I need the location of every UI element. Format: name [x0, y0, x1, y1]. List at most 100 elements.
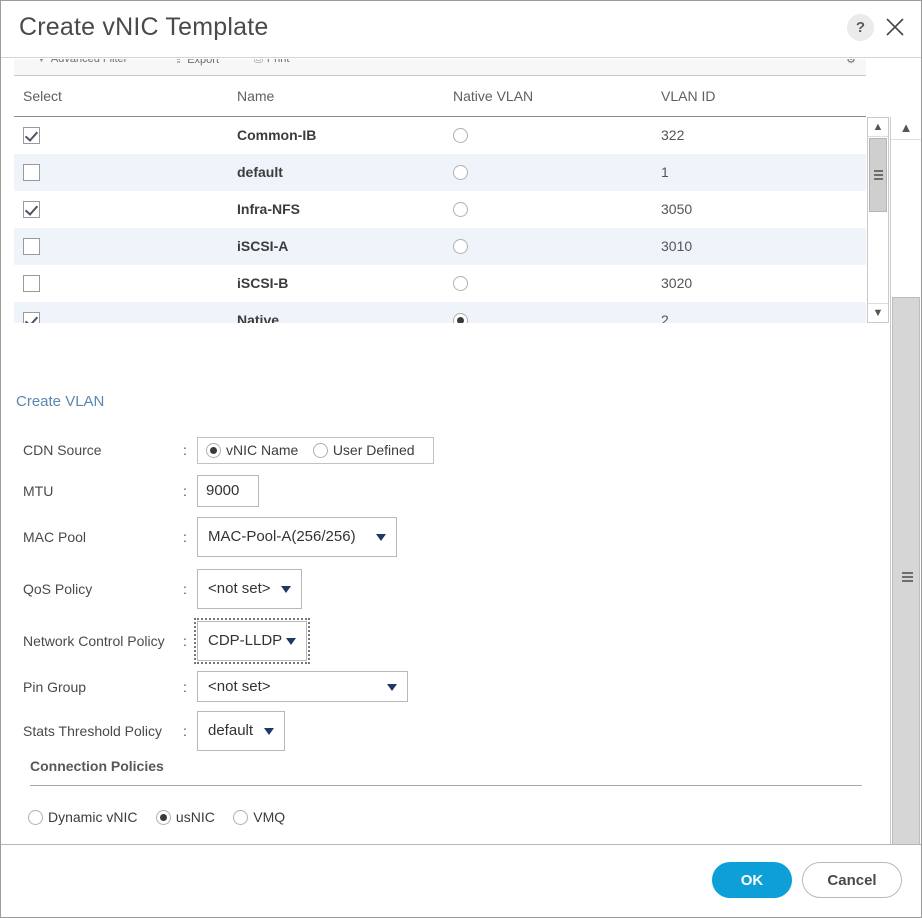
- export-icon: ⇪: [174, 59, 184, 66]
- table-row[interactable]: default 1: [14, 154, 866, 191]
- dialog-footer: OK Cancel: [1, 844, 921, 917]
- row-name-cell: Common-IB: [237, 127, 317, 143]
- gear-icon[interactable]: ⚙: [846, 59, 856, 66]
- connection-policy-radio-group: Dynamic vNIC usNIC VMQ: [28, 809, 299, 827]
- radio-icon-selected[interactable]: [453, 312, 468, 323]
- dialog-titlebar: Create vNIC Template ?: [1, 1, 921, 58]
- radio-icon[interactable]: [453, 275, 468, 291]
- chevron-down-icon: [264, 728, 274, 735]
- row-select-cell: [23, 191, 223, 228]
- vlan-table-body: Common-IB 322 default 1 Infra-NFS 3050 iSCSI-A…: [14, 117, 866, 323]
- pin-group-dropdown[interactable]: <not set>: [197, 671, 408, 702]
- scroll-up-icon[interactable]: ▲: [891, 117, 921, 140]
- row-select-cell: [23, 154, 223, 191]
- radio-icon[interactable]: [453, 164, 468, 180]
- table-row[interactable]: iSCSI-A 3010: [14, 228, 866, 265]
- network-control-policy-dropdown[interactable]: CDP-LLDP: [194, 618, 310, 664]
- cdn-source-colon: :: [183, 442, 187, 458]
- stats-threshold-policy-dropdown[interactable]: default: [197, 711, 285, 751]
- table-row[interactable]: Common-IB 322: [14, 117, 866, 154]
- connection-policies-title: Connection Policies: [30, 758, 164, 774]
- row-name-cell: iSCSI-B: [237, 275, 289, 291]
- radio-icon[interactable]: [28, 809, 43, 825]
- row-vlan-id-cell: 3020: [661, 275, 693, 291]
- radio-icon[interactable]: [453, 201, 468, 217]
- checkbox-icon-checked[interactable]: [23, 126, 40, 144]
- mac-pool-dropdown[interactable]: MAC-Pool-A(256/256): [197, 517, 397, 557]
- ok-button[interactable]: OK: [712, 862, 792, 898]
- radio-icon[interactable]: [233, 809, 249, 825]
- row-vlan-id-cell: 1: [661, 164, 669, 180]
- export-button[interactable]: ⇪ Export: [174, 59, 219, 66]
- dialog-scrollbar-thumb[interactable]: [892, 297, 920, 844]
- advanced-filter-button[interactable]: ▼ Advanced Filter: [36, 59, 127, 65]
- radio-icon[interactable]: [453, 127, 468, 143]
- pin-group-value: <not set>: [208, 678, 271, 695]
- qos-policy-label: QoS Policy: [23, 581, 93, 597]
- scroll-up-icon[interactable]: ▲: [868, 118, 888, 137]
- mac-pool-value: MAC-Pool-A(256/256): [208, 528, 356, 545]
- radio-icon[interactable]: [312, 442, 328, 458]
- row-vlan-id-cell: 3010: [661, 238, 693, 254]
- vlan-table-scroll-viewport: Common-IB 322 default 1 Infra-NFS 3050 iSCSI-A…: [14, 117, 866, 323]
- row-select-cell: [23, 228, 223, 265]
- filter-icon: ▼: [36, 59, 47, 65]
- vlan-table-scrollbar[interactable]: ▲ ▼: [867, 117, 889, 323]
- dialog-body: ▼ Advanced Filter ⇪ Export ⎙ Print ⚙ Select…: [1, 59, 921, 844]
- table-row[interactable]: Native 2: [14, 302, 866, 323]
- row-native-vlan-cell: [453, 302, 633, 323]
- column-header-select: Select: [23, 88, 62, 104]
- column-header-name: Name: [237, 88, 275, 104]
- radio-icon[interactable]: [453, 238, 468, 254]
- checkbox-icon[interactable]: [23, 163, 40, 181]
- scroll-down-icon[interactable]: ▼: [868, 303, 888, 322]
- row-native-vlan-cell: [453, 154, 633, 191]
- table-row[interactable]: iSCSI-B 3020: [14, 265, 866, 302]
- cdn-source-radio-group: vNIC Name User Defined: [197, 437, 434, 464]
- print-button[interactable]: ⎙ Print: [254, 59, 289, 66]
- chevron-down-icon: [286, 638, 296, 645]
- network-control-policy-label: Network Control Policy: [23, 633, 165, 649]
- close-icon[interactable]: [881, 13, 909, 41]
- radio-icon-selected[interactable]: [155, 809, 171, 825]
- row-select-cell: [23, 117, 223, 154]
- qos-policy-dropdown[interactable]: <not set>: [197, 569, 302, 609]
- mac-pool-label: MAC Pool: [23, 529, 87, 545]
- vlan-scrollbar-thumb[interactable]: [869, 138, 887, 212]
- checkbox-icon[interactable]: [23, 237, 40, 255]
- mtu-input[interactable]: 9000: [197, 475, 259, 507]
- mtu-label: MTU: [23, 483, 54, 499]
- radio-icon-selected[interactable]: [206, 442, 221, 458]
- create-vlan-link[interactable]: Create VLAN: [16, 393, 104, 410]
- row-name-cell: default: [237, 164, 283, 180]
- row-select-cell: [23, 265, 223, 302]
- row-vlan-id-cell: 2: [661, 312, 669, 323]
- mtu-colon: :: [183, 483, 187, 499]
- cdn-source-option-vnic-name[interactable]: vNIC Name: [206, 438, 298, 463]
- row-vlan-id-cell: 3050: [661, 201, 693, 217]
- row-name-cell: iSCSI-A: [237, 238, 289, 254]
- page-title: Create vNIC Template: [19, 13, 269, 41]
- cancel-button[interactable]: Cancel: [802, 862, 902, 898]
- dialog-scrollbar[interactable]: ▲ ▼: [890, 117, 921, 844]
- row-native-vlan-cell: [453, 265, 633, 302]
- cdn-source-label: CDN Source: [23, 442, 102, 458]
- connection-policy-option-vmq[interactable]: VMQ: [233, 809, 285, 825]
- network-control-policy-value: CDP-LLDP: [208, 632, 283, 649]
- vlan-table-toolbar: ▼ Advanced Filter ⇪ Export ⎙ Print ⚙: [14, 59, 866, 76]
- qos-policy-colon: :: [183, 581, 187, 597]
- row-vlan-id-cell: 322: [661, 127, 685, 143]
- row-select-cell: [23, 302, 223, 323]
- network-control-policy-colon: :: [183, 633, 187, 649]
- table-row[interactable]: Infra-NFS 3050: [14, 191, 866, 228]
- checkbox-icon-checked[interactable]: [23, 311, 40, 323]
- scrollbar-grip-icon: [902, 572, 913, 582]
- help-icon[interactable]: ?: [847, 14, 874, 41]
- chevron-down-icon: [281, 586, 291, 593]
- connection-policy-option-dynamic-vnic[interactable]: Dynamic vNIC: [28, 809, 137, 825]
- checkbox-icon-checked[interactable]: [23, 200, 40, 218]
- cdn-source-option-user-defined[interactable]: User Defined: [312, 438, 415, 463]
- row-native-vlan-cell: [453, 117, 633, 154]
- checkbox-icon[interactable]: [23, 274, 40, 292]
- connection-policy-option-usnic[interactable]: usNIC: [155, 809, 215, 825]
